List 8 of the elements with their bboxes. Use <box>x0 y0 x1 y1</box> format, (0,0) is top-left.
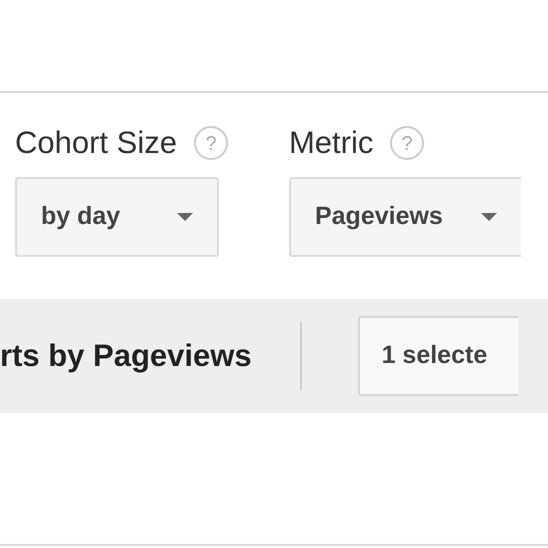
field-label: Metric <box>288 124 374 162</box>
report-title: rts by Pageviews <box>0 336 252 375</box>
dropdown-button[interactable]: Pageviews <box>288 177 521 257</box>
field-label: Cohort Size <box>15 124 177 162</box>
caret-icon <box>480 213 497 221</box>
dropdown-button[interactable]: by day <box>15 177 219 257</box>
selector-button[interactable]: 1 selecte <box>358 316 518 396</box>
caret-icon <box>177 213 193 221</box>
